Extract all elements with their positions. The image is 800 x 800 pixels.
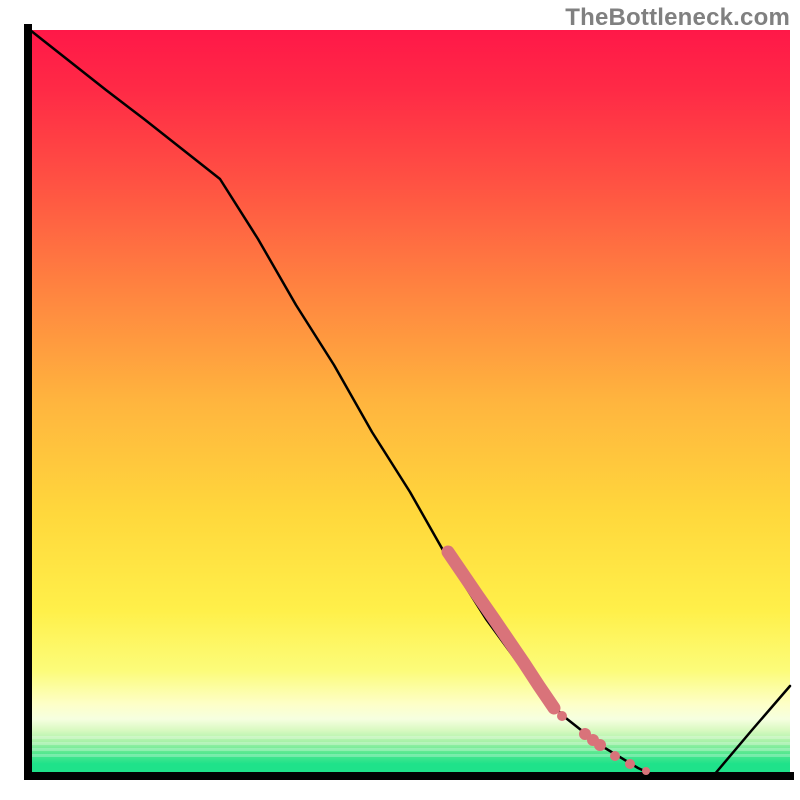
chart-svg (0, 0, 800, 800)
chart-stage: TheBottleneck.com (0, 0, 800, 800)
plot-background (30, 30, 790, 775)
watermark-text: TheBottleneck.com (565, 4, 790, 32)
